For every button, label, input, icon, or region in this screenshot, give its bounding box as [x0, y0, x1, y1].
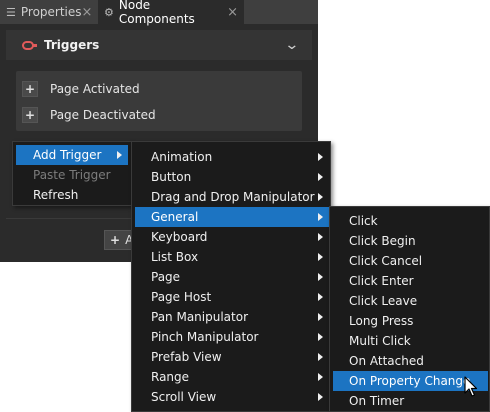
trigger-category-menu: Animation Button Drag and Drop Manipulator…	[131, 141, 331, 412]
menu-item-page-host[interactable]: Page Host	[135, 287, 329, 307]
menu-item-multi-click[interactable]: Multi Click	[333, 331, 488, 351]
menu-item-drag-and-drop-manipulator[interactable]: Drag and Drop Manipulator	[135, 187, 329, 207]
trigger-row[interactable]: + Page Activated	[22, 78, 140, 100]
menu-item-pinch-manipulator[interactable]: Pinch Manipulator	[135, 327, 329, 347]
menu-item-click-enter[interactable]: Click Enter	[333, 271, 488, 291]
menu-item-list-box[interactable]: List Box	[135, 247, 329, 267]
tab-properties-label: Properties	[20, 5, 82, 19]
menu-item-label: Pinch Manipulator	[151, 330, 259, 344]
menu-item-button[interactable]: Button	[135, 167, 329, 187]
expand-trigger-button[interactable]: +	[22, 81, 38, 97]
chevron-down-icon[interactable]: ⌄	[285, 37, 300, 53]
menu-item-label: Add Trigger	[33, 148, 102, 162]
menu-item-label: Multi Click	[349, 334, 411, 348]
submenu-arrow-icon	[318, 353, 323, 361]
menu-item-keyboard[interactable]: Keyboard	[135, 227, 329, 247]
menu-item-prefab-view[interactable]: Prefab View	[135, 347, 329, 367]
tab-node-components-label: Node Components	[118, 0, 195, 26]
mouse-cursor-icon	[464, 376, 478, 397]
menu-item-label: General	[151, 210, 199, 224]
submenu-arrow-icon	[318, 253, 323, 261]
submenu-arrow-icon	[318, 213, 323, 221]
menu-item-label: Keyboard	[151, 230, 208, 244]
menu-item-label: Click	[349, 214, 378, 228]
expand-trigger-button[interactable]: +	[22, 107, 38, 123]
menu-item-scroll-view[interactable]: Scroll View	[135, 387, 329, 407]
close-icon[interactable]: ×	[227, 5, 238, 20]
menu-item-label: Long Press	[349, 314, 414, 328]
menu-item-label: Drag and Drop Manipulator	[151, 190, 315, 204]
menu-item-pan-manipulator[interactable]: Pan Manipulator	[135, 307, 329, 327]
close-icon[interactable]: ×	[82, 5, 93, 20]
menu-item-label: Pan Manipulator	[151, 310, 249, 324]
menu-item-label: On Timer	[349, 394, 405, 408]
menu-item-label: Refresh	[33, 188, 79, 202]
submenu-arrow-icon	[318, 393, 323, 401]
menu-item-label: Click Begin	[349, 234, 416, 248]
submenu-arrow-icon	[318, 233, 323, 241]
node-components-icon: ⚙	[104, 5, 114, 19]
tab-node-components[interactable]: ⚙ Node Components ×	[98, 0, 244, 26]
triggers-section-header[interactable]: Triggers ⌄	[6, 30, 312, 60]
tab-bar: ☰ Properties × ⚙ Node Components ×	[0, 0, 318, 26]
properties-icon: ☰	[6, 5, 16, 19]
menu-item-label: Page	[151, 270, 181, 284]
menu-item-page[interactable]: Page	[135, 267, 329, 287]
trigger-list: + Page Activated + Page Deactivated	[16, 71, 302, 131]
menu-item-label: Animation	[151, 150, 213, 164]
menu-item-animation[interactable]: Animation	[135, 147, 329, 167]
menu-item-label: List Box	[151, 250, 199, 264]
menu-item-label: Click Enter	[349, 274, 414, 288]
menu-item-general[interactable]: General	[135, 207, 329, 227]
submenu-arrow-icon	[318, 153, 323, 161]
tab-properties[interactable]: ☰ Properties ×	[0, 0, 98, 24]
submenu-arrow-icon	[117, 151, 122, 159]
context-menu: Add Trigger Paste Trigger Refresh	[12, 141, 132, 206]
menu-item-paste-trigger[interactable]: Paste Trigger	[16, 165, 128, 185]
submenu-arrow-icon	[318, 293, 323, 301]
menu-item-click-begin[interactable]: Click Begin	[333, 231, 488, 251]
submenu-arrow-icon	[318, 173, 323, 181]
menu-item-label: Click Leave	[349, 294, 418, 308]
triggers-icon	[22, 40, 37, 50]
menu-item-label: Click Cancel	[349, 254, 423, 268]
triggers-title: Triggers	[44, 38, 100, 52]
submenu-arrow-icon	[318, 193, 323, 201]
menu-item-label: Button	[151, 170, 192, 184]
submenu-arrow-icon	[318, 313, 323, 321]
menu-item-label: Scroll View	[151, 390, 217, 404]
menu-item-label: On Property Change	[349, 374, 471, 388]
menu-item-refresh[interactable]: Refresh	[16, 185, 128, 205]
menu-item-long-press[interactable]: Long Press	[333, 311, 488, 331]
trigger-row[interactable]: + Page Deactivated	[22, 104, 156, 126]
trigger-label: Page Deactivated	[50, 108, 156, 122]
menu-item-click-leave[interactable]: Click Leave	[333, 291, 488, 311]
menu-item-label: On Attached	[349, 354, 424, 368]
menu-item-label: Paste Trigger	[33, 168, 111, 182]
menu-item-label: Page Host	[151, 290, 212, 304]
menu-item-add-trigger[interactable]: Add Trigger	[16, 145, 128, 165]
menu-item-on-attached[interactable]: On Attached	[333, 351, 488, 371]
menu-item-range[interactable]: Range	[135, 367, 329, 387]
menu-item-click[interactable]: Click	[333, 211, 488, 231]
submenu-arrow-icon	[318, 333, 323, 341]
menu-item-label: Prefab View	[151, 350, 222, 364]
menu-item-click-cancel[interactable]: Click Cancel	[333, 251, 488, 271]
submenu-arrow-icon	[318, 373, 323, 381]
trigger-label: Page Activated	[50, 82, 140, 96]
menu-item-label: Range	[151, 370, 190, 384]
submenu-arrow-icon	[318, 273, 323, 281]
